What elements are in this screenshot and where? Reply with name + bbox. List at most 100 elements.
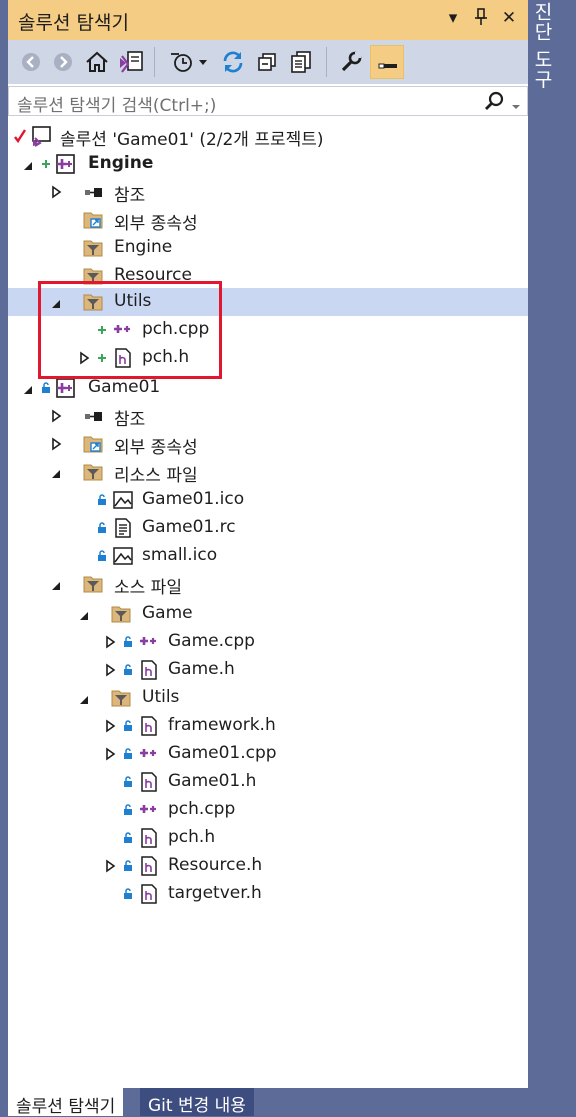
tree-row-game01-cpp[interactable]: Game01.cpp: [8, 740, 528, 768]
pin-icon[interactable]: [470, 8, 492, 31]
tree-row-game01-h[interactable]: Game01.h: [8, 768, 528, 796]
search-input[interactable]: 솔루션 탐색기 검색(Ctrl+;): [17, 91, 216, 116]
expanded-arrow-icon[interactable]: [50, 574, 64, 594]
tree-row-resource-h[interactable]: Resource.h: [8, 852, 528, 880]
image-file-icon: [112, 545, 134, 567]
toolbar-separator: [326, 47, 327, 77]
expanded-arrow-icon[interactable]: [78, 604, 92, 624]
header-file-icon: [138, 771, 160, 793]
cpp-file-icon: [138, 743, 160, 765]
references-label: 참조: [114, 410, 146, 430]
collapsed-arrow-icon[interactable]: [104, 744, 118, 764]
tree-row-game01-external-dependencies[interactable]: 외부 종속성: [8, 430, 528, 458]
filter-folder-open-icon: [110, 687, 132, 709]
lock-icon: [122, 858, 136, 874]
tree-row-game01-references[interactable]: 참조: [8, 402, 528, 430]
game01-h-label: Game01.h: [168, 771, 257, 791]
diagnostic-tools-tab[interactable]: 진단 도구: [531, 2, 556, 89]
source-files-label: 소스 파일: [114, 578, 182, 598]
search-box[interactable]: 솔루션 탐색기 검색(Ctrl+;): [8, 86, 528, 116]
cpp-project-icon: [54, 153, 76, 175]
solution-explorer-panel: 솔루션 탐색기 ▾ ✕ 솔루션 탐색기 검색(Ctrl+;) 솔루션 'Game…: [8, 0, 528, 1088]
sync-icon[interactable]: [218, 47, 248, 77]
preview-icon[interactable]: [370, 45, 404, 79]
tree-row-game01-rc[interactable]: Game01.rc: [8, 514, 528, 542]
close-icon[interactable]: ✕: [498, 8, 520, 28]
lock-icon: [122, 662, 136, 678]
lock-icon: [40, 380, 54, 396]
pending-changes-filter-icon[interactable]: [168, 47, 212, 77]
header-file-icon: [138, 659, 160, 681]
game01-pch-h-label: pch.h: [168, 827, 216, 847]
tree-row-source-files[interactable]: 소스 파일: [8, 570, 528, 598]
home-icon[interactable]: [82, 47, 112, 77]
collapsed-arrow-icon[interactable]: [50, 434, 64, 454]
collapsed-arrow-icon[interactable]: [104, 716, 118, 736]
image-file-icon: [112, 489, 134, 511]
collapsed-arrow-icon[interactable]: [50, 406, 64, 426]
tree-row-game01-pch-h[interactable]: pch.h: [8, 824, 528, 852]
engine-filter-label: Engine: [114, 237, 173, 257]
tree-row-engine-external-dependencies[interactable]: 외부 종속성: [8, 206, 528, 234]
game01-rc-label: Game01.rc: [142, 517, 236, 537]
external-dependencies-folder-icon: [82, 209, 104, 231]
references-icon: [82, 405, 104, 427]
bottom-tab-strip: 솔루션 탐색기 Git 변경 내용: [0, 1088, 576, 1117]
collapsed-arrow-icon[interactable]: [104, 660, 118, 680]
tree-row-game-h[interactable]: Game.h: [8, 656, 528, 684]
tree-row-engine[interactable]: Engine: [8, 150, 528, 178]
tree-row-small-ico[interactable]: small.ico: [8, 542, 528, 570]
cpp-project-icon: [54, 377, 76, 399]
collapse-all-icon[interactable]: [252, 47, 282, 77]
tab-solution-explorer[interactable]: 솔루션 탐색기: [8, 1088, 124, 1117]
tree-row-game-folder[interactable]: Game: [8, 600, 528, 628]
lock-icon: [122, 802, 136, 818]
cpp-file-icon: [138, 631, 160, 653]
tree-row-game01-ico[interactable]: Game01.ico: [8, 486, 528, 514]
lock-icon: [96, 520, 110, 536]
collapsed-arrow-icon[interactable]: [50, 182, 64, 202]
resource-files-label: 리소스 파일: [114, 466, 198, 486]
game-folder-label: Game: [142, 603, 193, 623]
properties-icon[interactable]: [336, 47, 366, 77]
header-file-icon: [138, 883, 160, 905]
added-plus-icon: [40, 156, 54, 172]
resource-script-icon: [112, 517, 134, 539]
search-options-dropdown-icon[interactable]: [511, 96, 521, 115]
search-icon[interactable]: [484, 91, 504, 115]
tree-row-resource-files[interactable]: 리소스 파일: [8, 458, 528, 486]
window-position-dropdown-icon[interactable]: ▾: [442, 8, 464, 28]
back-icon[interactable]: [16, 47, 46, 77]
tree-row-framework-h[interactable]: framework.h: [8, 712, 528, 740]
filter-folder-open-icon: [82, 461, 104, 483]
tree-row-engine-references[interactable]: 참조: [8, 178, 528, 206]
tree-row-game-cpp[interactable]: Game.cpp: [8, 628, 528, 656]
forward-icon[interactable]: [48, 47, 78, 77]
game01-cpp-label: Game01.cpp: [168, 743, 277, 763]
solution-label: 솔루션 'Game01' (2/2개 프로젝트): [60, 130, 324, 150]
header-file-icon: [138, 827, 160, 849]
tree-row-game01-pch-cpp[interactable]: pch.cpp: [8, 796, 528, 824]
collapsed-arrow-icon[interactable]: [104, 632, 118, 652]
show-all-files-icon[interactable]: [286, 47, 316, 77]
expanded-arrow-icon[interactable]: [22, 378, 36, 398]
tab-git-changes[interactable]: Git 변경 내용: [140, 1088, 254, 1116]
collapsed-arrow-icon[interactable]: [104, 856, 118, 876]
game01-pch-cpp-label: pch.cpp: [168, 799, 236, 819]
tree-row-game01-utils[interactable]: Utils: [8, 684, 528, 712]
tree-row-engine-filter[interactable]: Engine: [8, 234, 528, 262]
references-icon: [82, 181, 104, 203]
expanded-arrow-icon[interactable]: [78, 688, 92, 708]
lock-icon: [96, 548, 110, 564]
expanded-arrow-icon[interactable]: [22, 154, 36, 174]
lock-icon: [96, 492, 110, 508]
tree-row-targetver-h[interactable]: targetver.h: [8, 880, 528, 908]
external-dependencies-label: 외부 종속성: [114, 214, 198, 234]
expanded-arrow-icon[interactable]: [50, 462, 64, 482]
game01-utils-label: Utils: [142, 687, 180, 707]
tree-row-solution[interactable]: 솔루션 'Game01' (2/2개 프로젝트): [8, 122, 528, 150]
switch-views-icon[interactable]: [116, 47, 146, 77]
targetver-h-label: targetver.h: [168, 883, 262, 903]
lock-icon: [122, 830, 136, 846]
resource-h-label: Resource.h: [168, 855, 263, 875]
